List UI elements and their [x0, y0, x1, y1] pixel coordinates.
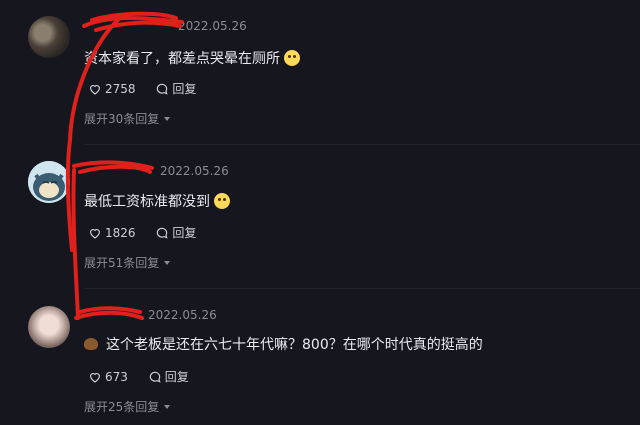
- comment-bubble-icon: [157, 227, 168, 239]
- reply-button[interactable]: 回复: [148, 368, 189, 385]
- comment-actions: 673 回复: [88, 368, 189, 385]
- grinning-sweat-emoji: [214, 193, 230, 209]
- like-count: 1826: [105, 225, 136, 240]
- divider: [84, 144, 640, 145]
- like-button[interactable]: 2758: [88, 82, 136, 96]
- reply-label: 回复: [172, 82, 197, 96]
- caret-down-icon: [164, 405, 171, 409]
- reply-label: 回复: [172, 226, 197, 240]
- avatar-snorlax-icon: [28, 161, 70, 203]
- heart-icon: [90, 372, 100, 383]
- comment-meta: 2022.05.26: [84, 308, 217, 322]
- reply-button[interactable]: 回复: [155, 80, 196, 97]
- expand-replies-link[interactable]: 展开25条回复: [84, 398, 171, 415]
- caret-down-icon: [164, 117, 171, 121]
- heart-icon: [90, 84, 100, 95]
- like-button[interactable]: 673: [88, 370, 128, 384]
- comment-meta: 2022.05.26: [84, 164, 229, 178]
- comment-text-content: 最低工资标准都没到: [84, 194, 210, 210]
- comment-date: 2022.05.26: [148, 308, 217, 322]
- comment-date: 2022.05.26: [160, 164, 229, 178]
- comment-text: 资本家看了，都差点哭晕在厕所: [84, 48, 300, 68]
- comment-text: 最低工资标准都没到: [84, 191, 230, 211]
- expand-replies-label: 展开25条回复: [84, 400, 160, 414]
- comment-text: 这个老板是还在六七十年代嘛？800？在哪个时代真的挺高的: [84, 334, 483, 354]
- expand-replies-link[interactable]: 展开51条回复: [84, 254, 171, 271]
- comment-bubble-icon: [149, 371, 161, 383]
- avatar[interactable]: [28, 306, 70, 348]
- poop-emoji: [84, 338, 98, 350]
- avatar[interactable]: [28, 16, 70, 58]
- comment-meta: 2022.05.26: [84, 19, 247, 33]
- reply-button[interactable]: 回复: [155, 224, 196, 241]
- caret-down-icon: [164, 261, 171, 265]
- expand-replies-label: 展开30条回复: [84, 112, 160, 126]
- pleading-face-emoji: [284, 50, 300, 66]
- comment-bubble-icon: [157, 83, 168, 95]
- comment-text-content: 这个老板是还在六七十年代嘛？800？在哪个时代真的挺高的: [106, 337, 483, 353]
- comment-text-content: 资本家看了，都差点哭晕在厕所: [84, 51, 280, 67]
- comment-date: 2022.05.26: [178, 19, 247, 33]
- expand-replies-label: 展开51条回复: [84, 256, 160, 270]
- like-count: 2758: [105, 81, 136, 96]
- divider: [84, 288, 640, 289]
- comment-actions: 2758 回复: [88, 80, 196, 97]
- avatar[interactable]: [28, 161, 70, 203]
- reply-label: 回复: [164, 370, 189, 384]
- like-button[interactable]: 1826: [88, 226, 136, 240]
- like-count: 673: [105, 369, 128, 384]
- expand-replies-link[interactable]: 展开30条回复: [84, 110, 171, 127]
- heart-icon: [90, 228, 100, 239]
- comment-actions: 1826 回复: [88, 224, 196, 241]
